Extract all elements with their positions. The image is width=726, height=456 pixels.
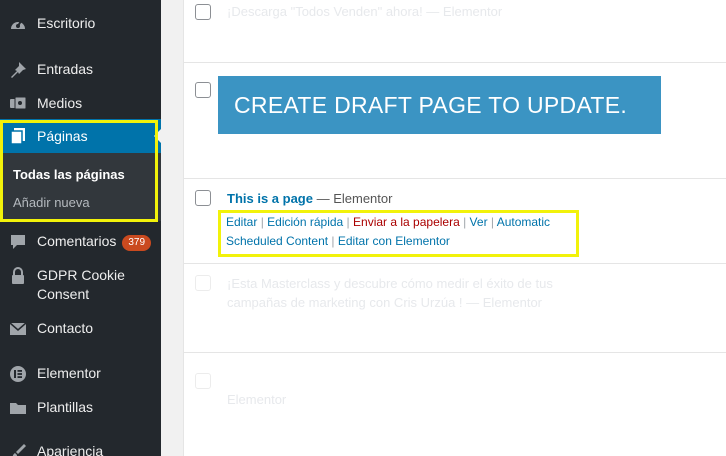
elementor-icon bbox=[8, 364, 28, 384]
pin-icon bbox=[8, 60, 28, 80]
page-title-faded[interactable]: ¡Esta Masterclass y descubre cómo medir … bbox=[227, 275, 553, 293]
row-checkbox[interactable] bbox=[195, 82, 211, 98]
page-title-faded-line2[interactable]: campañas de marketing con Cris Urzúa ! —… bbox=[227, 294, 542, 312]
lock-icon bbox=[8, 266, 28, 286]
content-gutter bbox=[161, 0, 183, 456]
highlight-box-pages-menu bbox=[0, 120, 158, 222]
page-title-suffix: — Elementor bbox=[312, 191, 393, 206]
sidebar-item-comentarios[interactable]: Comentarios 379 bbox=[0, 232, 161, 252]
mail-icon bbox=[8, 319, 28, 339]
brush-icon bbox=[8, 442, 28, 456]
row-checkbox[interactable] bbox=[195, 4, 211, 20]
row-separator bbox=[184, 62, 726, 63]
sidebar-item-contacto[interactable]: Contacto bbox=[0, 319, 161, 339]
sidebar-item-label-wrap: Comentarios 379 bbox=[37, 232, 152, 251]
dashboard-icon bbox=[8, 14, 28, 34]
media-icon bbox=[8, 94, 28, 114]
highlight-box-row-actions bbox=[218, 210, 579, 257]
page-title-faded[interactable]: ¡Descarga "Todos Venden" ahora! — Elemen… bbox=[227, 3, 502, 21]
sidebar-item-apariencia[interactable]: Apariencia bbox=[0, 442, 161, 456]
sidebar-item-label: Plantillas bbox=[37, 399, 94, 415]
sidebar-item-label: GDPR Cookie bbox=[37, 267, 125, 283]
sidebar-item-label: Contacto bbox=[37, 320, 94, 336]
row-separator bbox=[184, 178, 726, 179]
annotation-banner-text: CREATE DRAFT PAGE TO UPDATE. bbox=[234, 91, 628, 118]
sidebar-item-plantillas[interactable]: Plantillas bbox=[0, 398, 161, 418]
row-checkbox[interactable] bbox=[195, 373, 211, 389]
sidebar-item-escritorio[interactable]: Escritorio bbox=[0, 14, 161, 34]
sidebar-item-label: Apariencia bbox=[37, 443, 104, 456]
sidebar-item-entradas[interactable]: Entradas bbox=[0, 60, 161, 80]
sidebar-item-medios[interactable]: Medios bbox=[0, 94, 161, 114]
sidebar-item-label: Elementor bbox=[37, 365, 101, 381]
page-title-faded[interactable]: Elementor bbox=[227, 391, 286, 409]
admin-sidebar: Escritorio Entradas Medios Páginas Todas… bbox=[0, 0, 161, 456]
sidebar-item-label-line2: Consent bbox=[37, 286, 90, 302]
comment-count-badge: 379 bbox=[122, 235, 152, 251]
row-separator bbox=[184, 352, 726, 353]
sidebar-item-gdpr[interactable]: GDPR Cookie Consent bbox=[0, 266, 161, 306]
sidebar-item-label: Entradas bbox=[37, 61, 94, 77]
annotation-banner: CREATE DRAFT PAGE TO UPDATE. bbox=[218, 76, 661, 134]
row-separator bbox=[184, 263, 726, 264]
sidebar-item-elementor[interactable]: Elementor bbox=[0, 364, 161, 384]
folder-icon bbox=[8, 398, 28, 418]
comment-icon bbox=[8, 232, 28, 252]
sidebar-item-label: Medios bbox=[37, 95, 83, 111]
sidebar-item-label: Escritorio bbox=[37, 15, 96, 31]
sidebar-item-label: Comentarios bbox=[37, 233, 117, 249]
page-title-row: This is a page — Elementor bbox=[227, 191, 392, 206]
page-title-link[interactable]: This is a page bbox=[227, 191, 313, 206]
row-checkbox[interactable] bbox=[195, 275, 211, 291]
row-checkbox[interactable] bbox=[195, 190, 211, 206]
